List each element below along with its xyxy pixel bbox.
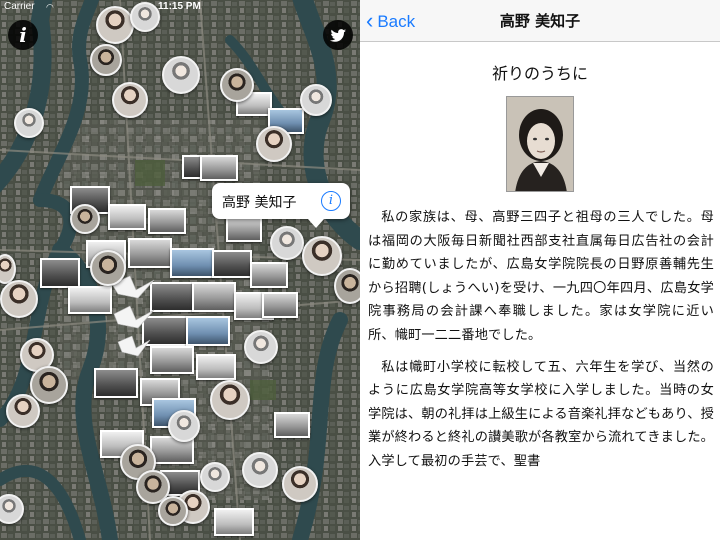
article-body: 私の家族は、母、高野三四子と祖母の三人でした。母は福岡の大阪毎日新聞社西部支社直… [368, 206, 714, 482]
status-bar: Carrier ◠ 11:15 PM [0, 0, 360, 14]
article-paragraph: 私は幟町小学校に転校して五、六年生を学び、当然のように広島女学院高等女学校に入学… [368, 359, 714, 469]
map-portrait-marker[interactable] [256, 126, 292, 162]
map-photo-marker[interactable] [262, 292, 298, 318]
map-photo-marker[interactable] [214, 508, 254, 536]
map-portrait-marker[interactable] [334, 268, 360, 304]
map-photo-marker[interactable] [186, 316, 230, 346]
map-photo-marker[interactable] [108, 204, 146, 230]
map-portrait-marker[interactable] [162, 56, 200, 94]
navigation-bar: ‹ Back 高野 美知子 [360, 0, 720, 42]
clock-label: 11:15 PM [158, 1, 201, 12]
map-screen: Carrier ◠ 11:15 PM i 高野 美知子 i [0, 0, 360, 540]
map-photo-marker[interactable] [68, 286, 112, 314]
map-portrait-marker[interactable] [112, 82, 148, 118]
map-portrait-marker[interactable] [242, 452, 278, 488]
map-portrait-marker[interactable] [30, 366, 68, 404]
info-circle-icon[interactable]: i [321, 191, 341, 211]
map-portrait-marker[interactable] [200, 462, 230, 492]
map-photo-marker[interactable] [212, 250, 252, 278]
map-portrait-marker[interactable] [90, 44, 122, 76]
map-portrait-marker[interactable] [282, 466, 318, 502]
map-photo-marker[interactable] [192, 282, 236, 312]
article-title: 祈りのうちに [491, 64, 588, 83]
map-portrait-marker[interactable] [14, 108, 44, 138]
carrier-label: Carrier [4, 1, 35, 12]
map-portrait-marker[interactable] [158, 496, 188, 526]
info-icon: i [19, 23, 27, 47]
map-photo-marker[interactable] [226, 216, 262, 242]
map-portrait-marker[interactable] [210, 380, 250, 420]
map-portrait-marker[interactable] [302, 236, 342, 276]
map-photo-marker[interactable] [200, 155, 238, 181]
map-photo-marker[interactable] [128, 238, 172, 268]
map-portrait-marker[interactable] [244, 330, 278, 364]
map-portrait-marker[interactable] [0, 280, 38, 318]
article-paragraph: 私の家族は、母、高野三四子と祖母の三人でした。母は福岡の大阪毎日新聞社西部支社直… [368, 210, 714, 343]
map-photo-marker[interactable] [170, 248, 214, 278]
map-photo-marker[interactable] [94, 368, 138, 398]
map-portrait-marker[interactable] [168, 410, 200, 442]
map-portrait-marker[interactable] [220, 68, 254, 102]
callout-title: 高野 美知子 [222, 195, 297, 211]
wifi-icon: ◠ [46, 2, 54, 12]
map-portrait-marker[interactable] [90, 250, 126, 286]
twitter-button[interactable] [323, 20, 353, 50]
map-photo-marker[interactable] [40, 258, 80, 288]
nav-title: 高野 美知子 [499, 12, 581, 30]
info-button[interactable]: i [8, 20, 38, 50]
map-portrait-marker[interactable] [6, 394, 40, 428]
portrait-photo [506, 96, 574, 192]
map-photo-marker[interactable] [148, 208, 186, 234]
map-portrait-marker[interactable] [270, 226, 304, 260]
twitter-icon [330, 29, 346, 42]
map-photo-marker[interactable] [196, 354, 236, 380]
map-photo-marker[interactable] [274, 412, 310, 438]
map-portrait-marker[interactable] [70, 204, 100, 234]
map-portrait-marker[interactable] [300, 84, 332, 116]
map-photo-marker[interactable] [250, 262, 288, 288]
map-callout[interactable]: 高野 美知子 i [212, 183, 350, 228]
detail-screen: ‹ Back 高野 美知子 祈りのうちに 私の家族は、母、高野三四子と祖母の三人で… [360, 0, 720, 540]
